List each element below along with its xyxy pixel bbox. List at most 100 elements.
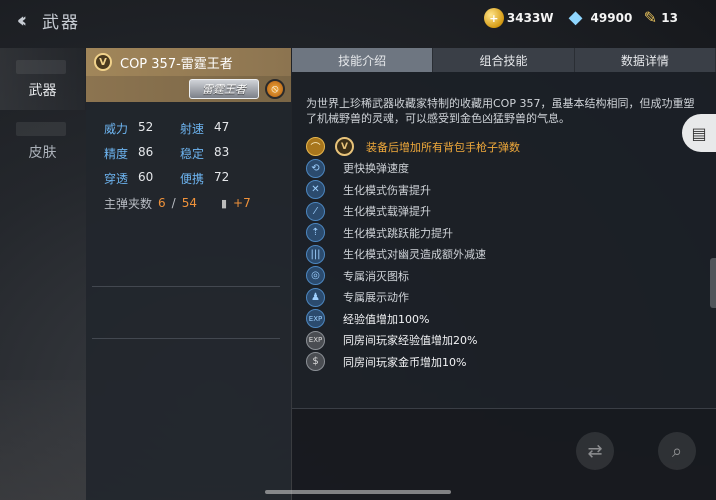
gold-currency[interactable]: + 3433W <box>483 8 554 28</box>
vip-badge-icon: V <box>94 53 112 71</box>
rifle-icon <box>16 122 66 136</box>
skill-text: 专属消灭图标 <box>343 269 409 283</box>
stat-value: 83 <box>214 145 230 159</box>
action-icons: ⇄ ⌕ <box>576 432 696 470</box>
double-chevron-left-icon: ‹‹ <box>16 8 28 32</box>
notes-button[interactable]: ▤ <box>682 114 716 152</box>
stat-label: 稳定 <box>180 147 205 161</box>
room-exp-icon: EXP <box>306 330 325 350</box>
skill-item: ||| 生化模式对幽灵造成额外减速 <box>306 244 716 266</box>
stat-label: 便携 <box>180 172 205 186</box>
skill-text: 生化模式伤害提升 <box>343 183 431 197</box>
ammo-capacity-icon: ⁄ <box>306 201 325 221</box>
skill-item: ⇡ 生化模式跳跃能力提升 <box>306 222 716 244</box>
skill-item: ⁄ 生化模式载弹提升 <box>306 201 716 223</box>
ammo-separator: / <box>171 196 176 210</box>
skill-text: 装备后增加所有背包手枪子弹数 <box>366 140 520 154</box>
diamond-currency[interactable]: ◆ 49900 <box>564 9 633 27</box>
swap-icon[interactable]: ⇄ <box>576 432 614 470</box>
skill-text: 生化模式载弹提升 <box>343 205 431 219</box>
back-button[interactable]: ‹‹ <box>4 5 34 35</box>
stat-power: 威力 52 <box>104 120 180 137</box>
diamond-icon: ◆ <box>568 7 583 28</box>
reload-icon: ⟲ <box>306 158 325 178</box>
tab-data-details[interactable]: 数据详情 <box>574 48 716 72</box>
skill-item: ♟ 专属展示动作 <box>306 287 716 309</box>
ammo-bonus: +7 <box>233 196 251 210</box>
stat-portability: 便携 72 <box>180 170 256 187</box>
weapon-description: 为世界上珍稀武器收藏家特制的收藏用COP 357，虽基本结构相同，但成功重塑了机… <box>306 97 695 125</box>
gold-value: 3433W <box>506 11 554 25</box>
detail-panel: 技能介绍 组合技能 数据详情 为世界上珍稀武器收藏家特制的收藏用COP 357，… <box>292 48 716 500</box>
skill-item: ⟲ 更快换弹速度 <box>306 158 716 180</box>
magazine-icon: ▮ <box>220 196 228 210</box>
side-nav: 武器 皮肤 <box>0 48 85 500</box>
nav-item-skins[interactable]: 皮肤 <box>0 110 85 172</box>
top-bar: ‹‹ 武器 + 3433W ◆ 49900 ✎ 13 <box>0 0 716 40</box>
stat-value: 60 <box>138 170 154 184</box>
divider <box>92 286 280 287</box>
skill-item: ✕ 生化模式伤害提升 <box>306 179 716 201</box>
rifle-icon <box>16 60 66 74</box>
weapon-preview-area: ⇄ ⌕ <box>292 408 716 500</box>
weapon-stat-panel: V COP 357-雷霆王者 雷霆王者 ⦸ 威力 52 射速 47 精度 86 稳定 8… <box>86 48 291 500</box>
diamond-value: 49900 <box>590 11 633 25</box>
jump-icon: ⇡ <box>306 223 325 243</box>
skill-item: EXP 同房间玩家经验值增加20% <box>306 330 716 352</box>
tab-skill-intro[interactable]: 技能介绍 <box>292 48 434 72</box>
currency-bar: + 3433W ◆ 49900 ✎ 13 <box>483 8 678 28</box>
home-indicator[interactable] <box>265 490 451 494</box>
skill-list: ⌒ V 装备后增加所有背包手枪子弹数 ⟲ 更快换弹速度 ✕ 生化模式伤害提升 ⁄… <box>292 136 716 373</box>
skill-item: ◎ 专属消灭图标 <box>306 265 716 287</box>
weapon-header: V COP 357-雷霆王者 <box>86 48 291 76</box>
pen-icon: ✎ <box>643 8 657 27</box>
stat-value: 47 <box>214 120 230 134</box>
stat-label: 穿透 <box>104 172 129 186</box>
skill-text: 同房间玩家金币增加10% <box>343 355 467 369</box>
ammo-total: 54 <box>181 196 197 210</box>
bullet-icon[interactable]: ⦸ <box>265 79 285 99</box>
stat-value: 52 <box>138 120 154 134</box>
weapon-tag-row: 雷霆王者 ⦸ <box>86 76 291 102</box>
stat-label: 威力 <box>104 122 129 136</box>
pen-currency[interactable]: ✎ 13 <box>642 8 678 28</box>
weapon-title-tag: 雷霆王者 <box>189 79 259 99</box>
inspect-weapon-icon[interactable]: ⌕ <box>658 432 696 470</box>
skill-item: ⌒ V 装备后增加所有背包手枪子弹数 <box>306 136 716 158</box>
document-icon: ▤ <box>691 123 707 143</box>
skill-text: 经验值增加100% <box>343 312 430 326</box>
weapon-name: COP 357-雷霆王者 <box>120 56 233 72</box>
ammo-boost-icon: ⌒ <box>306 137 325 157</box>
page-title: 武器 <box>42 12 80 33</box>
divider <box>92 338 280 339</box>
edge-pull-tab[interactable] <box>710 258 716 308</box>
skill-text: 同房间玩家经验值增加20% <box>343 334 478 348</box>
nav-item-label: 皮肤 <box>28 145 57 161</box>
gold-coin-icon: + <box>483 8 504 28</box>
pen-value: 13 <box>661 11 678 25</box>
skill-text: 生化模式跳跃能力提升 <box>343 226 453 240</box>
skill-text: 更快换弹速度 <box>343 162 409 176</box>
skill-item: EXP 经验值增加100% <box>306 308 716 330</box>
stat-rate: 射速 47 <box>180 120 256 137</box>
stat-label: 精度 <box>104 147 129 161</box>
showcase-icon: ♟ <box>306 287 325 307</box>
nav-item-weapons[interactable]: 武器 <box>0 48 85 110</box>
ammo-row: 主弹夹数 6 / 54 ▮ +7 <box>104 191 291 215</box>
stats-grid: 威力 52 射速 47 精度 86 稳定 83 穿透 60 便携 72 主弹夹数 6 / 5… <box>86 102 291 215</box>
skill-item: $ 同房间玩家金币增加10% <box>306 351 716 373</box>
skill-text: 生化模式对幽灵造成额外减速 <box>343 248 486 262</box>
room-coin-icon: $ <box>306 352 325 372</box>
skill-text: 专属展示动作 <box>343 291 409 305</box>
tab-combo-skills[interactable]: 组合技能 <box>433 48 575 72</box>
slow-icon: ||| <box>306 244 325 264</box>
stat-row: 威力 52 射速 47 <box>104 116 291 141</box>
stat-value: 86 <box>138 145 154 159</box>
tab-bar: 技能介绍 组合技能 数据详情 <box>292 48 716 72</box>
stat-label: 射速 <box>180 122 205 136</box>
ammo-label: 主弹夹数 <box>104 196 153 211</box>
nav-item-label: 武器 <box>28 83 57 99</box>
vip-badge-icon: V <box>335 137 354 157</box>
stat-penetration: 穿透 60 <box>104 170 180 187</box>
kill-mark-icon: ◎ <box>306 266 325 286</box>
